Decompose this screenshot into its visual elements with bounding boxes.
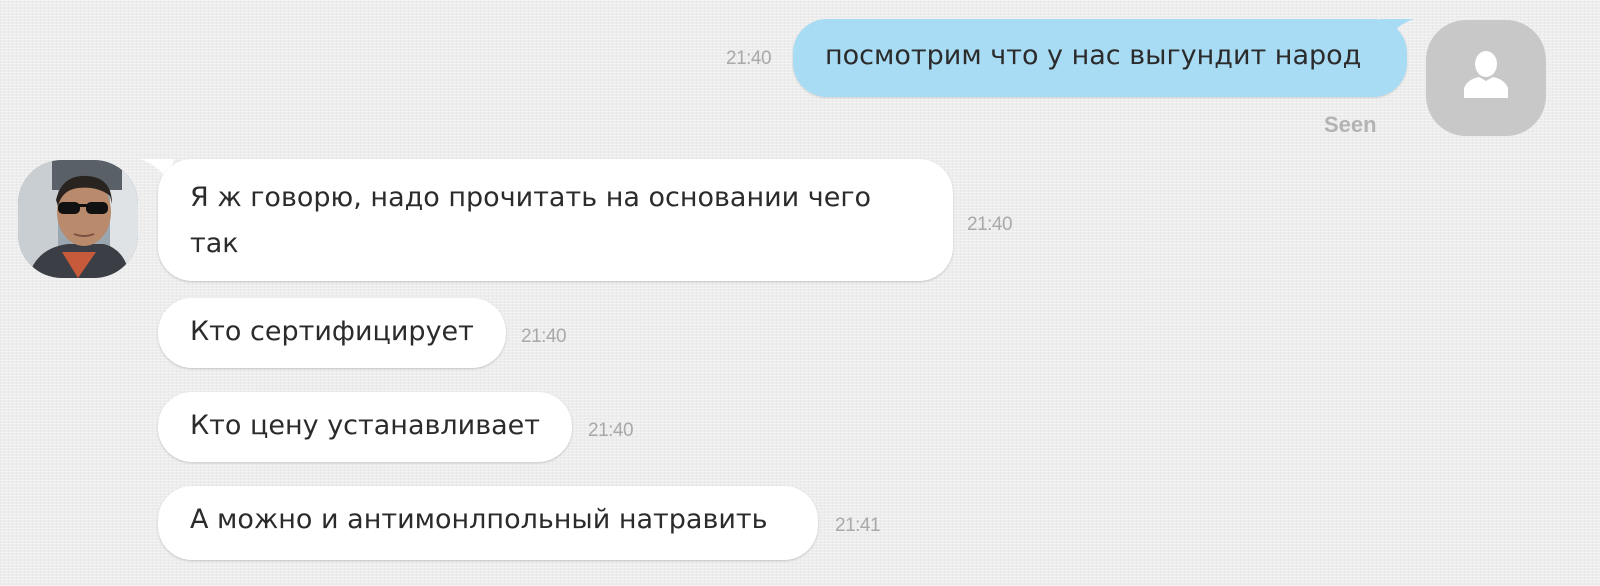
chat-conversation: 21:40 посмотрим что у нас выгундит народ… — [0, 0, 1600, 586]
message-timestamp: 21:40 — [588, 420, 634, 441]
contact-photo — [18, 160, 138, 278]
incoming-message-bubble[interactable]: Кто сертифицирует — [158, 298, 506, 368]
message-timestamp: 21:40 — [726, 48, 772, 69]
message-timestamp: 21:40 — [967, 214, 1013, 235]
message-text: Кто сертифицирует — [190, 316, 474, 347]
message-text: посмотрим что у нас выгундит народ — [825, 40, 1362, 71]
incoming-message-bubble[interactable]: Кто цену устанавливает — [158, 392, 572, 462]
contact-avatar[interactable] — [18, 160, 138, 278]
self-avatar[interactable] — [1426, 20, 1546, 136]
message-text: А можно и антимонлпольный натравить — [190, 504, 768, 535]
message-text: Я ж говорю, надо прочитать на основании … — [190, 182, 872, 259]
message-text: Кто цену устанавливает — [190, 410, 541, 441]
message-timestamp: 21:41 — [835, 515, 881, 536]
incoming-message-bubble[interactable]: Я ж говорю, надо прочитать на основании … — [158, 159, 953, 281]
read-receipt: Seen — [1324, 112, 1377, 137]
outgoing-message-bubble[interactable]: посмотрим что у нас выгундит народ — [793, 19, 1407, 97]
incoming-message-bubble[interactable]: А можно и антимонлпольный натравить — [158, 486, 818, 560]
message-timestamp: 21:40 — [521, 326, 567, 347]
user-silhouette-icon — [1464, 51, 1508, 98]
